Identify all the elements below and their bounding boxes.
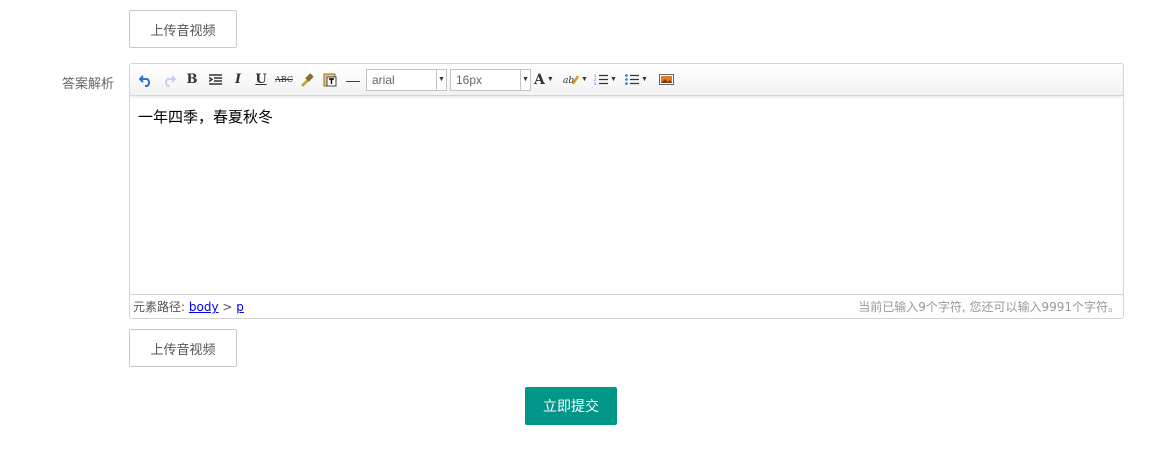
answer-analysis-label: 答案解析	[61, 77, 114, 92]
element-path-separator: >	[222, 300, 233, 314]
underline-button[interactable]: U	[251, 70, 271, 90]
svg-text:ab: ab	[563, 76, 574, 86]
font-family-select[interactable]: arial ▼	[366, 68, 447, 91]
italic-button[interactable]: I	[228, 70, 248, 90]
editor-statusbar: 元素路径: body > p 当前已输入9个字符, 您还可以输入9991个字符。	[130, 294, 1123, 318]
editor-paragraph: 一年四季，春夏秋冬	[138, 108, 274, 126]
word-count: 当前已输入9个字符, 您还可以输入9991个字符。	[858, 300, 1120, 314]
indent-icon[interactable]	[205, 70, 225, 90]
element-path-label: 元素路径:	[133, 300, 186, 314]
redo-icon[interactable]	[159, 70, 179, 90]
highlight-color-button[interactable]: ab ▼	[563, 70, 591, 90]
element-path-body-link[interactable]: body	[189, 300, 219, 314]
font-size-select[interactable]: 16px ▼	[450, 68, 531, 91]
horizontal-rule-button[interactable]: —	[343, 70, 363, 90]
unordered-list-button[interactable]: ▼	[625, 70, 653, 90]
font-color-button[interactable]: A ▼	[534, 70, 560, 90]
svg-text:3: 3	[594, 81, 597, 86]
chevron-down-icon: ▼	[436, 69, 446, 90]
paste-plain-icon[interactable]	[320, 70, 340, 90]
editor-toolbar: B I U ABC — arial ▼ 16px ▼ A ▼ ab ▼ 1 2 3 ▼	[130, 64, 1123, 96]
upload-media-button-top[interactable]: 上传音视频	[129, 10, 237, 48]
element-path: 元素路径: body > p	[133, 298, 244, 315]
editor-content[interactable]: 一年四季，春夏秋冬	[130, 96, 1123, 295]
strikethrough-button[interactable]: ABC	[274, 70, 294, 90]
bold-button[interactable]: B	[182, 70, 202, 90]
element-path-p-link[interactable]: p	[236, 300, 244, 314]
insert-image-icon[interactable]	[656, 70, 676, 90]
ordered-list-button[interactable]: 1 2 3 ▼	[594, 70, 622, 90]
chevron-down-icon: ▼	[520, 69, 530, 90]
submit-button[interactable]: 立即提交	[525, 387, 617, 425]
rich-text-editor: B I U ABC — arial ▼ 16px ▼ A ▼ ab ▼ 1 2 3 ▼	[129, 63, 1124, 319]
undo-icon[interactable]	[136, 70, 156, 90]
upload-media-button-bottom[interactable]: 上传音视频	[129, 329, 237, 367]
format-brush-icon[interactable]	[297, 70, 317, 90]
